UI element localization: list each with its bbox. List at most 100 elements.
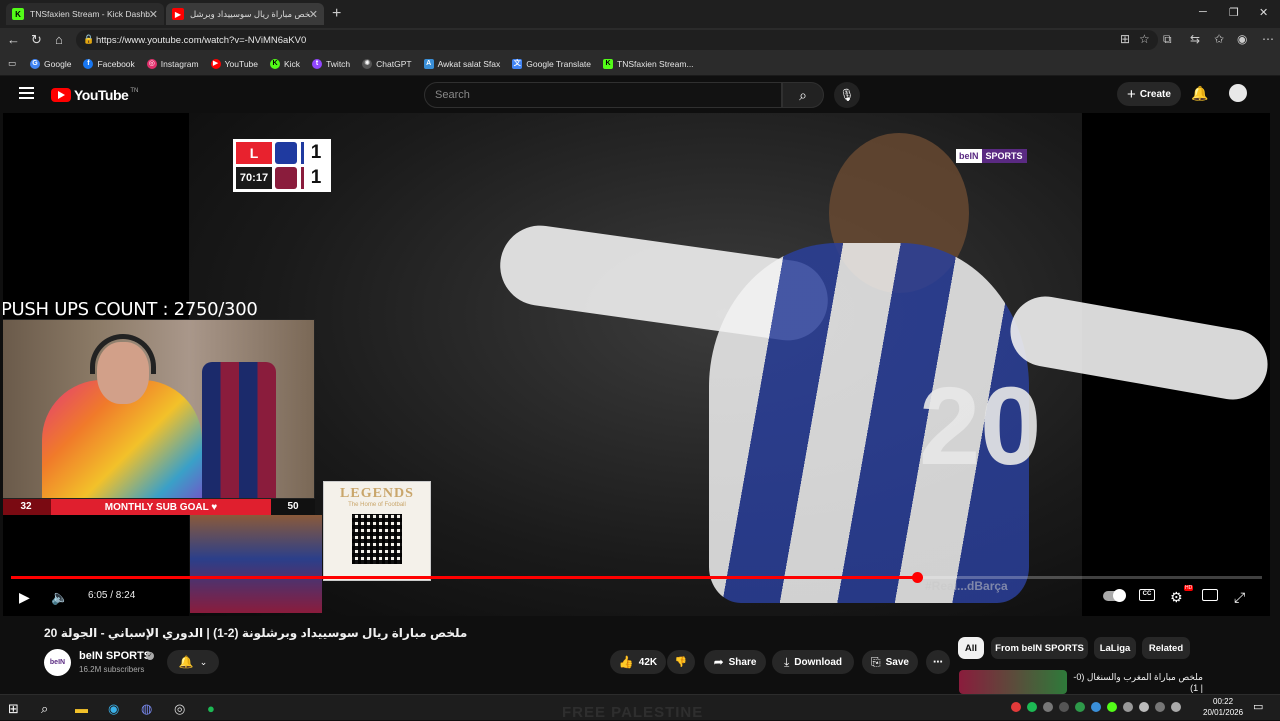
app-icon[interactable]: ⊞ — [1120, 32, 1130, 46]
save-button[interactable]: ⎘ Save — [862, 650, 918, 674]
more-horizontal-icon: ⋯ — [933, 656, 943, 668]
download-button[interactable]: ⤓ Download — [772, 650, 854, 674]
tab-kick-dashboard[interactable]: K TNSfaxien Stream - Kick Dashboar ✕ — [6, 3, 164, 25]
player-image — [1004, 290, 1270, 406]
voice-search-button[interactable]: 🎙 — [834, 82, 860, 108]
tab-youtube-video[interactable]: ▶ ملخص مباراة ريال سوسييداد وبرشل ✕ — [166, 3, 324, 25]
more-actions-button[interactable]: ⋯ — [926, 650, 950, 674]
overlay-text: FREE PALESTINE — [562, 704, 704, 721]
bookmark-google[interactable]: G Google — [30, 58, 71, 69]
chip-laliga[interactable]: LaLiga — [1094, 637, 1136, 659]
minimize-icon[interactable]: ─ — [1199, 6, 1207, 18]
video-player[interactable]: 20 L 70:17 1 1 beIN SPORTS PUSH UPS COUN… — [3, 113, 1270, 616]
tray-icon[interactable] — [1171, 702, 1181, 712]
laliga-logo-icon: L — [236, 142, 272, 164]
url-field[interactable]: 🔒 https://www.youtube.com/watch?v=-NViMN… — [76, 30, 1158, 50]
spotify-icon[interactable]: ● — [207, 701, 215, 716]
streamer-webcam — [3, 319, 315, 499]
bookmark-tnsfaxien[interactable]: K TNSfaxien Stream... — [603, 58, 694, 69]
windows-start-icon[interactable]: ⊞ — [8, 701, 19, 717]
qr-code — [352, 514, 402, 564]
tray-icon[interactable] — [1107, 702, 1117, 712]
tray-icon[interactable] — [1011, 702, 1021, 712]
new-tab-icon[interactable]: + — [332, 5, 341, 23]
youtube-icon: ▶ — [172, 8, 184, 20]
create-button[interactable]: + Create — [1117, 82, 1181, 106]
search-icon[interactable]: ⌕ — [41, 701, 48, 717]
favorite-star-icon[interactable]: ☆ — [1139, 32, 1150, 46]
tray-icon[interactable] — [1091, 702, 1101, 712]
file-explorer-icon[interactable]: ▬ — [75, 701, 88, 716]
reload-icon[interactable]: ↻ — [31, 32, 42, 48]
close-icon[interactable]: ✕ — [149, 8, 158, 21]
tray-icon[interactable] — [1155, 702, 1165, 712]
search-input[interactable]: Search — [424, 82, 782, 108]
bookmark-twitch[interactable]: t Twitch — [312, 58, 350, 69]
avatar[interactable] — [1229, 84, 1247, 102]
notifications-bell-icon[interactable]: 🔔 — [1191, 85, 1208, 102]
home-icon[interactable]: ⌂ — [55, 32, 63, 47]
extensions-icon[interactable]: ⧉ — [1163, 32, 1172, 47]
fullscreen-icon[interactable]: ⤢ — [1234, 589, 1245, 606]
related-video-title[interactable]: ملخص مباراة المغرب والسنغال (0-1) | — [1073, 672, 1203, 693]
match-clock: 70:17 — [236, 167, 272, 189]
bookmark-awkat-salat[interactable]: A Awkat salat Sfax — [423, 58, 500, 69]
subscribed-notification-button[interactable]: 🔔 ⌄ — [167, 650, 219, 674]
chip-related[interactable]: Related — [1142, 637, 1190, 659]
bookmark-google-translate[interactable]: 文 Google Translate — [512, 58, 591, 69]
bookmark-instagram[interactable]: ◎ Instagram — [146, 58, 199, 69]
like-button[interactable]: 👍 42K — [610, 650, 666, 674]
volume-icon[interactable]: 🔈 — [51, 589, 68, 606]
youtube-header: YouTube TN Search ⌕ 🎙 + Create 🔔 — [0, 77, 1270, 113]
close-window-icon[interactable]: ✕ — [1259, 6, 1268, 19]
tab-label: TNSfaxien Stream - Kick Dashboar — [30, 9, 150, 19]
settings-gear-icon[interactable]: ⚙ — [1170, 589, 1183, 606]
related-video-thumbnail[interactable] — [959, 670, 1067, 694]
notification-icon[interactable]: ▭ — [1253, 700, 1263, 713]
volume-tray-icon[interactable] — [1139, 702, 1149, 712]
spotify-tray-icon[interactable] — [1027, 702, 1037, 712]
away-score: 1 — [301, 167, 328, 189]
channel-name[interactable]: beIN SPORTS — [79, 650, 151, 662]
bookmark-facebook[interactable]: f Facebook — [83, 58, 135, 69]
profile-icon[interactable]: ◉ — [1237, 32, 1247, 46]
chip-all[interactable]: All — [958, 637, 984, 659]
discord-icon[interactable]: ◍ — [141, 701, 152, 717]
favorites-icon[interactable]: ✩ — [1214, 32, 1224, 46]
bookmark-youtube[interactable]: ▶ YouTube — [210, 58, 258, 69]
progress-scrubber[interactable] — [911, 572, 923, 583]
share-button[interactable]: ➦ Share — [704, 650, 766, 674]
more-options-icon[interactable]: ⋯ — [1262, 32, 1274, 46]
youtube-logo[interactable]: YouTube TN — [51, 87, 138, 103]
microphone-icon: 🎙 — [839, 88, 855, 102]
miniplayer-icon[interactable] — [1202, 589, 1218, 601]
bookmark-chatgpt[interactable]: ✺ ChatGPT — [362, 58, 412, 69]
captions-icon[interactable]: CC — [1139, 589, 1155, 601]
search-button[interactable]: ⌕ — [782, 82, 824, 108]
wifi-icon[interactable] — [1123, 702, 1133, 712]
bookmark-kick[interactable]: K Kick — [270, 58, 300, 69]
obs-icon[interactable]: ◎ — [174, 701, 185, 717]
close-icon[interactable]: ✕ — [309, 8, 318, 21]
tray-icon[interactable] — [1075, 702, 1085, 712]
kick-icon: K — [12, 8, 24, 20]
bookmarks-menu-icon[interactable]: ▭ — [8, 58, 16, 69]
edge-browser-icon[interactable]: ◉ — [108, 701, 119, 717]
channel-avatar[interactable]: beIN — [44, 649, 71, 676]
play-icon[interactable]: ▶ — [19, 589, 30, 606]
chip-from-bein-sports[interactable]: From beIN SPORTS — [991, 637, 1088, 659]
tray-icon[interactable] — [1043, 702, 1053, 712]
tray-icon[interactable] — [1059, 702, 1069, 712]
system-clock[interactable]: 00:22 20/01/2026 — [1203, 696, 1243, 718]
autoplay-toggle[interactable] — [1103, 589, 1126, 602]
back-icon[interactable]: ← — [7, 32, 20, 47]
bell-icon: 🔔 — [178, 655, 194, 669]
menu-icon[interactable] — [19, 87, 34, 102]
maximize-icon[interactable]: ❐ — [1229, 6, 1239, 19]
progress-bar[interactable] — [11, 572, 1262, 583]
dislike-button[interactable]: 👎 — [667, 650, 695, 674]
youtube-icon: ▶ — [210, 58, 221, 69]
scoreboard: L 70:17 1 1 — [233, 139, 331, 192]
subscriber-count: 16.2M subscribers — [79, 665, 145, 674]
split-screen-icon[interactable]: ⇆ — [1190, 32, 1200, 46]
